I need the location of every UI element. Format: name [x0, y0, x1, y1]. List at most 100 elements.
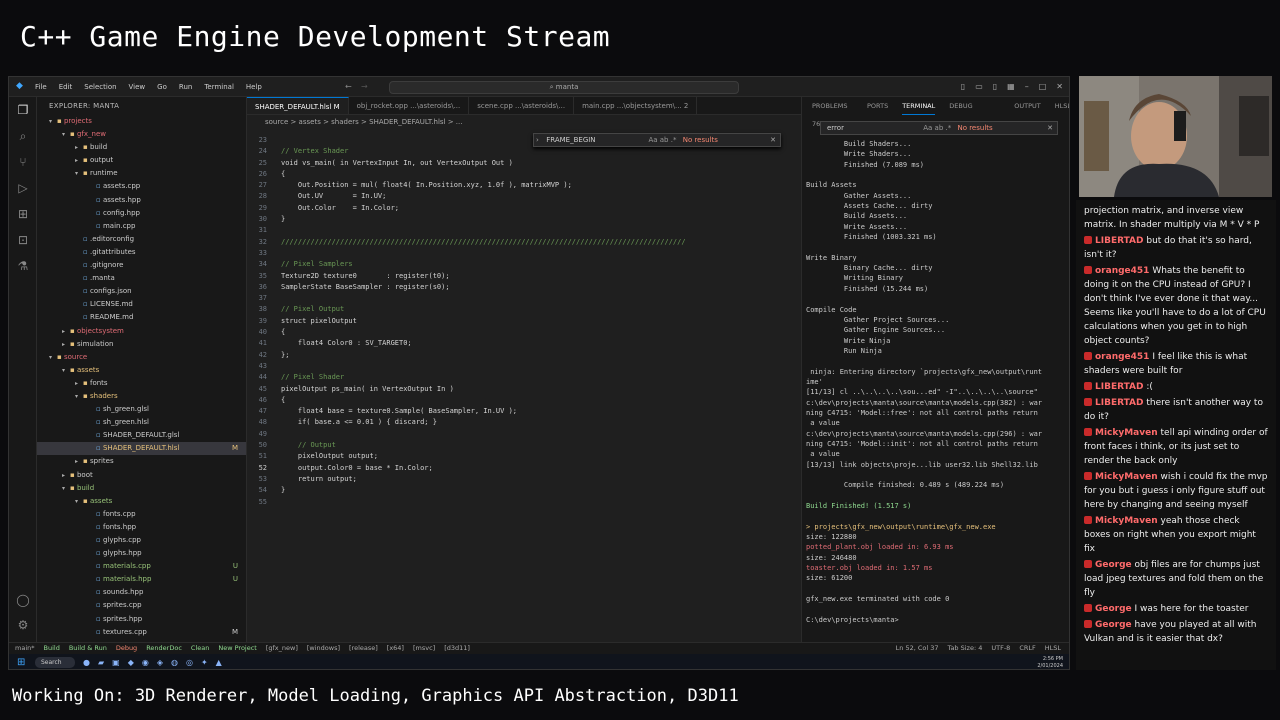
tree-item[interactable]: ▫ SHADER_DEFAULT.hlsl M	[37, 442, 246, 456]
back-arrow-icon[interactable]: ←	[345, 82, 352, 91]
terminal-find-input[interactable]: error	[821, 122, 921, 134]
panel-tab-debug[interactable]: DEBUG CONSOLE	[949, 97, 1000, 128]
tree-item[interactable]: ▸ ▪ build	[37, 141, 246, 154]
editor-tab[interactable]: obj_rocket.opp ...\asteroids\...	[349, 97, 470, 114]
tree-item[interactable]: ▸ ▪ objectsystem	[37, 325, 246, 338]
tree-item[interactable]: ▾ ▪ runtime	[37, 167, 246, 180]
menu-item-terminal[interactable]: Terminal	[204, 83, 234, 91]
explorer-icon[interactable]: ❐	[9, 97, 37, 123]
tree-item[interactable]: ▫ main.cpp	[37, 220, 246, 233]
chat-username[interactable]: MickyMaven	[1095, 472, 1158, 482]
status-item[interactable]: [x64]	[387, 643, 404, 654]
minimize-icon[interactable]: –	[1025, 82, 1029, 91]
tree-item[interactable]: ▫ assets.hpp	[37, 194, 246, 207]
tree-item[interactable]: ▫ SHADER_DEFAULT.glsl	[37, 429, 246, 442]
search-icon[interactable]: ⌕	[9, 123, 37, 149]
editor-tab[interactable]: main.cpp ...\objectsystem\... 2	[574, 97, 698, 114]
chat-username[interactable]: George	[1095, 560, 1132, 570]
match-case-icon[interactable]: Aa ab .*	[648, 136, 676, 144]
layout-icon[interactable]: ▯	[961, 82, 965, 91]
tree-item[interactable]: ▫ textures.cpp M	[37, 626, 246, 639]
tree-item[interactable]: ▫ sounds.hpp	[37, 586, 246, 599]
tree-item[interactable]: ▾ ▪ assets	[37, 495, 246, 508]
status-item[interactable]: Tab Size: 4	[948, 643, 983, 654]
maximize-icon[interactable]: □	[1039, 82, 1047, 91]
tree-item[interactable]: ▫ config.hpp	[37, 207, 246, 220]
command-search[interactable]: ⌕ manta	[389, 81, 739, 94]
menu-item-selection[interactable]: Selection	[84, 83, 116, 91]
tree-item[interactable]: ▾ ▪ source	[37, 351, 246, 364]
status-item[interactable]: [release]	[349, 643, 378, 654]
tree-item[interactable]: ▫ sprites.hpp	[37, 613, 246, 626]
tree-item[interactable]: ▫ assets.cpp	[37, 180, 246, 193]
tree-item[interactable]: ▸ ▪ simulation	[37, 338, 246, 351]
forward-arrow-icon[interactable]: →	[361, 82, 368, 91]
status-item[interactable]: main*	[15, 643, 35, 654]
tree-item[interactable]: ▫ README.md	[37, 311, 246, 324]
close-icon[interactable]: ✕	[770, 134, 776, 146]
chevron-right-icon[interactable]: ›	[534, 134, 544, 146]
panel-tab-ports[interactable]: PORTS	[867, 97, 888, 115]
tree-item[interactable]: ▫ fonts.hpp	[37, 521, 246, 534]
status-item[interactable]: New Project	[218, 643, 256, 654]
status-item[interactable]: Debug	[116, 643, 137, 654]
tree-item[interactable]: ▾ ▪ shaders	[37, 390, 246, 403]
tree-item[interactable]: ▫ .manta	[37, 272, 246, 285]
tree-item[interactable]: ▫ LICENSE.md	[37, 298, 246, 311]
tree-item[interactable]: ▫ configs.json	[37, 285, 246, 298]
chat-username[interactable]: MickyMaven	[1095, 428, 1158, 438]
remote-icon[interactable]: ⊡	[9, 227, 37, 253]
app-icon[interactable]: ✦	[201, 654, 208, 669]
folder-icon[interactable]: ▰	[98, 654, 104, 669]
app-icon[interactable]: ◉	[142, 654, 149, 669]
tree-item[interactable]: ▫ .editorconfig	[37, 233, 246, 246]
tree-item[interactable]: ▫ sh_green.glsl	[37, 403, 246, 416]
tree-item[interactable]: ▸ ▪ boot	[37, 469, 246, 482]
status-item[interactable]: [msvc]	[413, 643, 435, 654]
tree-item[interactable]: ▫ .gitignore	[37, 259, 246, 272]
tree-item[interactable]: ▫ sprites.cpp	[37, 599, 246, 612]
panel-tab-problems[interactable]: PROBLEMS 76	[812, 97, 853, 128]
status-item[interactable]: [windows]	[307, 643, 340, 654]
editor-tab[interactable]: SHADER_DEFAULT.hlsl M	[247, 97, 349, 114]
app-icon[interactable]: ◎	[186, 654, 193, 669]
app-icon[interactable]: ▲	[216, 654, 222, 669]
status-item[interactable]: Build	[44, 643, 60, 654]
customize-layout-icon[interactable]: ▦	[1007, 82, 1015, 91]
tree-item[interactable]: ▸ ▪ output	[37, 154, 246, 167]
status-item[interactable]: [d3d11]	[444, 643, 470, 654]
code-view[interactable]: 23 24 // Vertex Shader 25 void vs_main( in V…	[247, 135, 801, 508]
tree-item[interactable]: ▾ ▪ assets	[37, 364, 246, 377]
chat-username[interactable]: MickyMaven	[1095, 516, 1158, 526]
close-icon[interactable]: ✕	[1056, 82, 1063, 91]
tree-item[interactable]: ▸ ▪ sprites	[37, 455, 246, 468]
tree-item[interactable]: ▾ ▪ build	[37, 482, 246, 495]
panel-tab-hlsl[interactable]: HLSL	[1055, 97, 1069, 115]
chat-username[interactable]: orange451	[1095, 266, 1149, 276]
tree-item[interactable]: ▫ fonts.cpp	[37, 508, 246, 521]
panel-tab-output[interactable]: OUTPUT	[1014, 97, 1041, 115]
menu-item-go[interactable]: Go	[157, 83, 167, 91]
status-item[interactable]: Clean	[191, 643, 209, 654]
chat-username[interactable]: George	[1095, 604, 1132, 614]
windows-start-icon[interactable]: ⊞	[17, 654, 25, 669]
menu-item-view[interactable]: View	[129, 83, 146, 91]
tree-item[interactable]: ▫ sh_green.hlsl	[37, 416, 246, 429]
panel-tab-terminal[interactable]: TERMINAL	[902, 97, 936, 115]
chat-username[interactable]: George	[1095, 620, 1132, 630]
menu-item-file[interactable]: File	[35, 83, 47, 91]
layout-icon[interactable]: ▯	[993, 82, 997, 91]
chat-username[interactable]: LIBERTAD	[1095, 236, 1144, 246]
menu-item-run[interactable]: Run	[179, 83, 192, 91]
editor-tab[interactable]: scene.cpp ...\asteroids\...	[469, 97, 575, 114]
status-item[interactable]: Build & Run	[69, 643, 107, 654]
tree-item[interactable]: ▫ materials.hpp U	[37, 573, 246, 586]
tree-item[interactable]: ▸ ▪ fonts	[37, 377, 246, 390]
taskbar-clock[interactable]: 2:56 PM 2/01/2024	[1037, 654, 1063, 669]
vscode-icon[interactable]: ◆	[128, 654, 134, 669]
tree-item[interactable]: ▾ ▪ projects	[37, 115, 246, 128]
panel-toggle-icon[interactable]: ▭	[975, 82, 983, 91]
tree-item[interactable]: ▾ ▪ gfx_new	[37, 128, 246, 141]
app-icon[interactable]: ◍	[171, 654, 178, 669]
match-case-icon[interactable]: Aa ab .*	[923, 124, 951, 132]
